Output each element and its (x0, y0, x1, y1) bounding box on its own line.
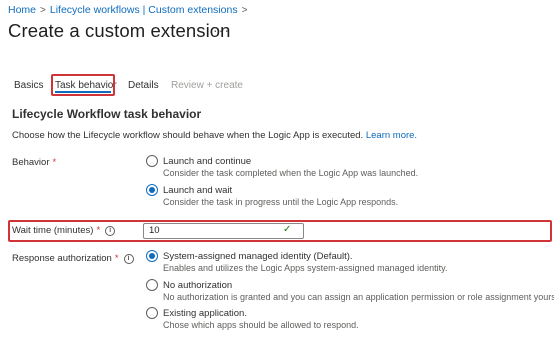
learn-more-link[interactable]: Learn more. (366, 130, 417, 141)
option-no-authorization-label[interactable]: No authorization (163, 280, 232, 291)
chevron-right-icon: > (40, 4, 46, 16)
option-system-assigned-identity-desc: Enables and utilizes the Logic Apps syst… (163, 263, 448, 273)
wait-time-input[interactable]: 10 (143, 223, 304, 239)
radio-launch-and-continue[interactable] (146, 155, 158, 167)
tab-active-indicator (55, 91, 111, 93)
required-marker: * (52, 157, 57, 168)
info-icon[interactable]: i (105, 225, 116, 236)
checkmark-icon: ✓ (283, 224, 292, 235)
radio-system-assigned-identity[interactable] (146, 250, 158, 262)
wait-time-label-text: Wait time (minutes) (12, 225, 94, 236)
required-marker: * (114, 253, 119, 264)
option-launch-and-wait-label[interactable]: Launch and wait (163, 185, 232, 196)
tab-review-create: Review + create (171, 80, 243, 91)
response-authorization-label-text: Response authorization (12, 253, 112, 264)
breadcrumb-home-link[interactable]: Home (8, 4, 36, 16)
option-launch-and-wait-desc: Consider the task in progress until the … (163, 197, 399, 207)
tab-basics[interactable]: Basics (14, 80, 43, 91)
radio-launch-and-wait[interactable] (146, 184, 158, 196)
option-launch-and-continue-label[interactable]: Launch and continue (163, 156, 251, 167)
section-description: Choose how the Lifecycle workflow should… (12, 130, 417, 141)
breadcrumb-lifecycle-link[interactable]: Lifecycle workflows | Custom extensions (50, 4, 238, 16)
tab-details[interactable]: Details (128, 80, 159, 91)
page-title: Create a custom extension (8, 20, 231, 41)
wait-time-label: Wait time (minutes) * i (12, 225, 116, 236)
radio-no-authorization[interactable] (146, 279, 158, 291)
option-existing-application-desc: Chose which apps should be allowed to re… (163, 320, 359, 330)
option-system-assigned-identity-label[interactable]: System-assigned managed identity (Defaul… (163, 251, 353, 262)
chevron-right-icon: > (241, 4, 248, 16)
breadcrumb: Home > Lifecycle workflows | Custom exte… (8, 4, 251, 16)
behavior-label: Behavior * (12, 157, 56, 168)
description-text: Choose how the Lifecycle workflow should… (12, 130, 364, 141)
section-title: Lifecycle Workflow task behavior (12, 107, 202, 121)
required-marker: * (96, 225, 101, 236)
radio-existing-application[interactable] (146, 307, 158, 319)
behavior-label-text: Behavior (12, 157, 50, 168)
option-no-authorization-desc: No authorization is granted and you can … (163, 292, 554, 302)
option-launch-and-continue-desc: Consider the task completed when the Log… (163, 168, 419, 178)
info-icon[interactable]: i (123, 253, 134, 264)
option-existing-application-label[interactable]: Existing application. (163, 308, 247, 319)
response-authorization-label: Response authorization * i (12, 253, 134, 264)
more-options-icon[interactable]: ··· (213, 22, 230, 38)
